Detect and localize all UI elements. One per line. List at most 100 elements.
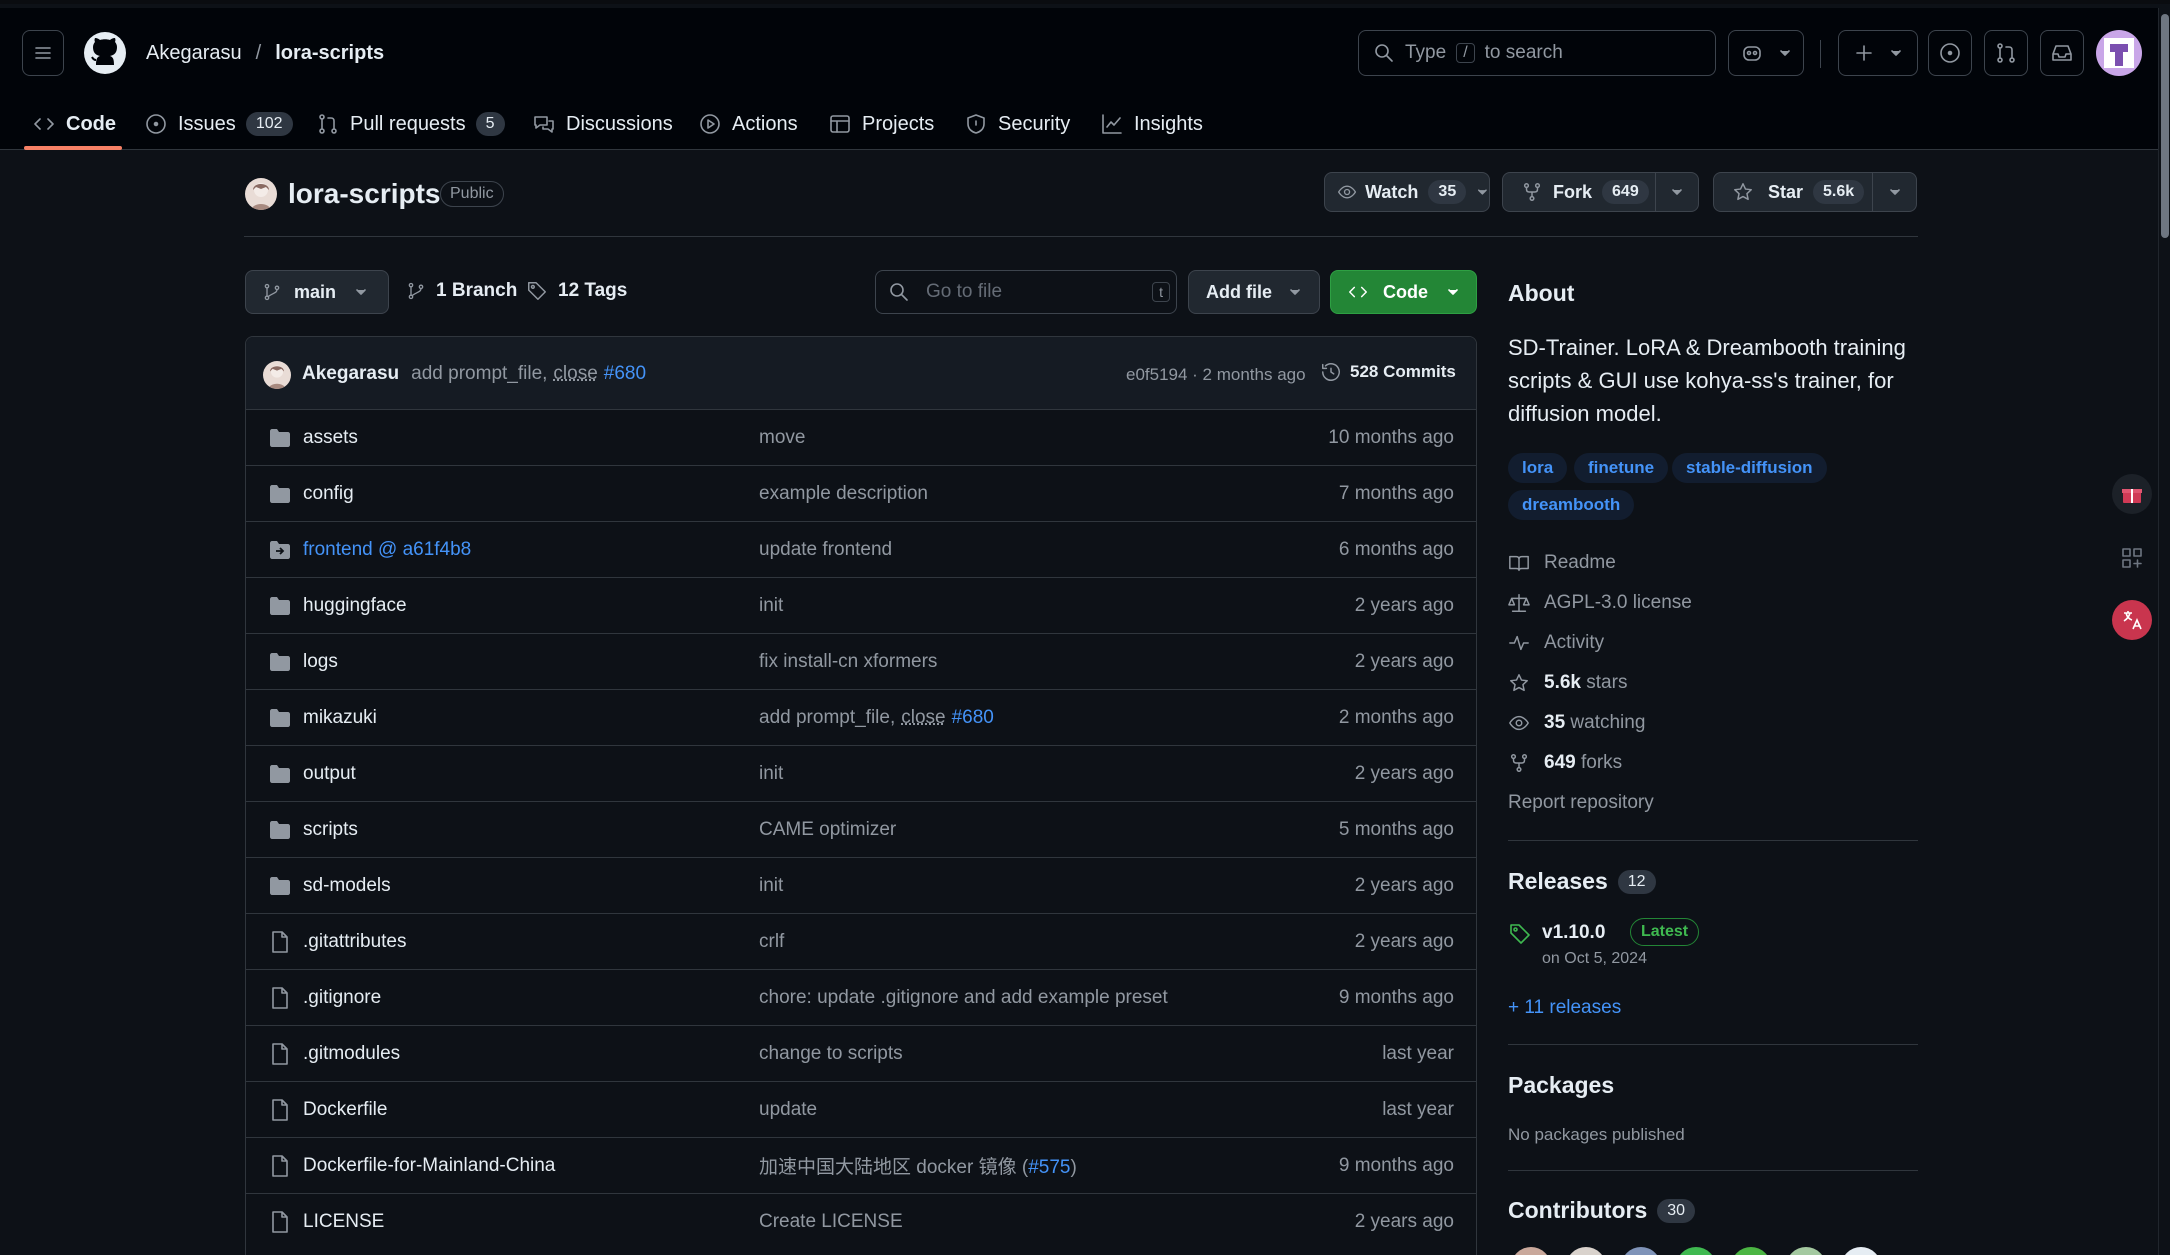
file-name[interactable]: scripts <box>303 819 358 841</box>
repo-title[interactable]: lora-scripts <box>288 178 441 210</box>
commit-issue-link[interactable]: #575 <box>1028 1157 1070 1178</box>
tab-code[interactable]: Code <box>32 98 116 150</box>
commits-link[interactable]: 528 Commits <box>1320 361 1456 383</box>
contributor-avatar[interactable] <box>1566 1247 1606 1255</box>
contributor-avatar[interactable] <box>1511 1247 1551 1255</box>
fork-button[interactable]: Fork 649 <box>1502 172 1656 212</box>
tab-issues[interactable]: Issues 102 <box>144 98 293 150</box>
readme-link[interactable]: Readme <box>1508 552 1616 574</box>
search-input[interactable]: Type / to search <box>1358 30 1716 76</box>
contributor-avatar[interactable] <box>1841 1247 1881 1255</box>
commit-author-avatar[interactable] <box>263 361 291 389</box>
file-row[interactable]: assets move 10 months ago <box>246 409 1476 465</box>
file-name[interactable]: .gitmodules <box>303 1043 400 1065</box>
commit-close-keyword[interactable]: close <box>901 707 945 728</box>
repo-link[interactable]: lora-scripts <box>275 42 384 65</box>
tab-security[interactable]: Security <box>964 98 1070 150</box>
owner-link[interactable]: Akegarasu <box>146 42 242 65</box>
file-row[interactable]: scripts CAME optimizer 5 months ago <box>246 801 1476 857</box>
file-commit-message[interactable]: init <box>759 875 783 897</box>
file-commit-message[interactable]: crlf <box>759 931 784 953</box>
file-commit-message[interactable]: fix install-cn xformers <box>759 651 937 673</box>
file-commit-message[interactable]: add prompt_file, close #680 <box>759 707 994 729</box>
file-row[interactable]: mikazuki add prompt_file, close #680 2 month… <box>246 689 1476 745</box>
contributor-avatar[interactable] <box>1676 1247 1716 1255</box>
file-commit-message[interactable]: update frontend <box>759 539 892 561</box>
scrollbar-track[interactable] <box>2158 8 2170 1255</box>
commit-hash-time[interactable]: e0f5194 · 2 months ago <box>1126 365 1306 385</box>
copilot-button[interactable] <box>1728 30 1804 76</box>
go-to-file-input[interactable]: Go to file t <box>875 270 1177 314</box>
file-name[interactable]: .gitignore <box>303 987 381 1009</box>
tab-actions[interactable]: Actions <box>698 98 798 150</box>
watching-link[interactable]: 35 watching <box>1508 712 1645 734</box>
file-name[interactable]: .gitattributes <box>303 931 407 953</box>
watch-button[interactable]: Watch 35 <box>1324 172 1490 212</box>
file-commit-message[interactable]: 加速中国大陆地区 docker 镜像 (#575) <box>759 1152 1077 1179</box>
file-commit-message[interactable]: example description <box>759 483 928 505</box>
commit-issue-link[interactable]: #680 <box>952 707 994 728</box>
report-repository-link[interactable]: Report repository <box>1508 792 1654 814</box>
stars-link[interactable]: 5.6k stars <box>1508 672 1627 694</box>
user-avatar[interactable] <box>2096 30 2142 76</box>
inbox-button[interactable] <box>2040 30 2084 76</box>
file-commit-message[interactable]: init <box>759 763 783 785</box>
file-row[interactable]: sd-models init 2 years ago <box>246 857 1476 913</box>
translate-button[interactable] <box>2112 600 2152 640</box>
file-name[interactable]: huggingface <box>303 595 407 617</box>
code-button[interactable]: Code <box>1330 270 1477 314</box>
topic-tag[interactable]: lora <box>1508 453 1568 483</box>
tab-discussions[interactable]: Discussions <box>532 98 673 150</box>
file-commit-message[interactable]: move <box>759 427 805 449</box>
file-row[interactable]: .gitmodules change to scripts last year <box>246 1025 1476 1081</box>
pull-requests-button[interactable] <box>1984 30 2028 76</box>
file-row[interactable]: output init 2 years ago <box>246 745 1476 801</box>
file-name[interactable]: LICENSE <box>303 1211 384 1233</box>
branch-select-button[interactable]: main <box>245 270 389 314</box>
forks-link[interactable]: 649 forks <box>1508 752 1622 774</box>
file-name[interactable]: output <box>303 763 356 785</box>
fork-dropdown-button[interactable] <box>1655 172 1699 212</box>
commit-issue-link[interactable]: #680 <box>604 363 646 385</box>
gift-button[interactable] <box>2112 474 2152 514</box>
file-commit-message[interactable]: Create LICENSE <box>759 1211 903 1233</box>
create-new-button[interactable] <box>1838 30 1918 76</box>
file-row[interactable]: .gitignore chore: update .gitignore and a… <box>246 969 1476 1025</box>
file-row[interactable]: frontend @ a61f4b8 update frontend 6 month… <box>246 521 1476 577</box>
apps-button[interactable] <box>2112 538 2152 578</box>
topic-tag[interactable]: dreambooth <box>1508 490 1635 520</box>
file-commit-message[interactable]: update <box>759 1099 817 1121</box>
add-file-button[interactable]: Add file <box>1188 270 1320 314</box>
star-button[interactable]: Star 5.6k <box>1713 172 1873 212</box>
contributor-avatar[interactable] <box>1786 1247 1826 1255</box>
file-commit-message[interactable]: chore: update .gitignore and add example… <box>759 987 1168 1009</box>
branches-link[interactable]: 1 Branch <box>406 280 517 302</box>
contributors-heading[interactable]: Contributors 30 <box>1508 1197 1696 1224</box>
star-dropdown-button[interactable] <box>1872 172 1917 212</box>
github-logo-icon[interactable] <box>84 32 126 74</box>
file-name[interactable]: logs <box>303 651 338 673</box>
tab-pull-requests[interactable]: Pull requests 5 <box>316 98 505 150</box>
file-row[interactable]: config example description 7 months ago <box>246 465 1476 521</box>
file-name[interactable]: mikazuki <box>303 707 377 729</box>
commit-close-keyword[interactable]: close <box>553 363 597 385</box>
file-row[interactable]: Dockerfile-for-Mainland-China 加速中国大陆地区 do… <box>246 1137 1476 1193</box>
file-name[interactable]: Dockerfile <box>303 1099 387 1121</box>
packages-title[interactable]: Packages <box>1508 1072 1614 1099</box>
menu-button[interactable] <box>22 30 64 76</box>
file-row[interactable]: .gitattributes crlf 2 years ago <box>246 913 1476 969</box>
activity-link[interactable]: Activity <box>1508 632 1604 654</box>
file-name[interactable]: assets <box>303 427 358 449</box>
topic-tag[interactable]: stable-diffusion <box>1672 453 1827 483</box>
tags-link[interactable]: 12 Tags <box>526 280 627 302</box>
releases-heading[interactable]: Releases 12 <box>1508 868 1656 895</box>
release-version[interactable]: v1.10.0 <box>1542 922 1605 944</box>
contributor-avatar[interactable] <box>1731 1247 1771 1255</box>
topic-tag[interactable]: finetune <box>1574 453 1669 483</box>
commit-message[interactable]: add prompt_file, <box>411 363 547 385</box>
license-link[interactable]: AGPL-3.0 license <box>1508 592 1692 614</box>
more-releases-link[interactable]: + 11 releases <box>1508 997 1621 1019</box>
file-name[interactable]: sd-models <box>303 875 391 897</box>
tab-insights[interactable]: Insights <box>1100 98 1203 150</box>
contributor-avatar[interactable] <box>1621 1247 1661 1255</box>
